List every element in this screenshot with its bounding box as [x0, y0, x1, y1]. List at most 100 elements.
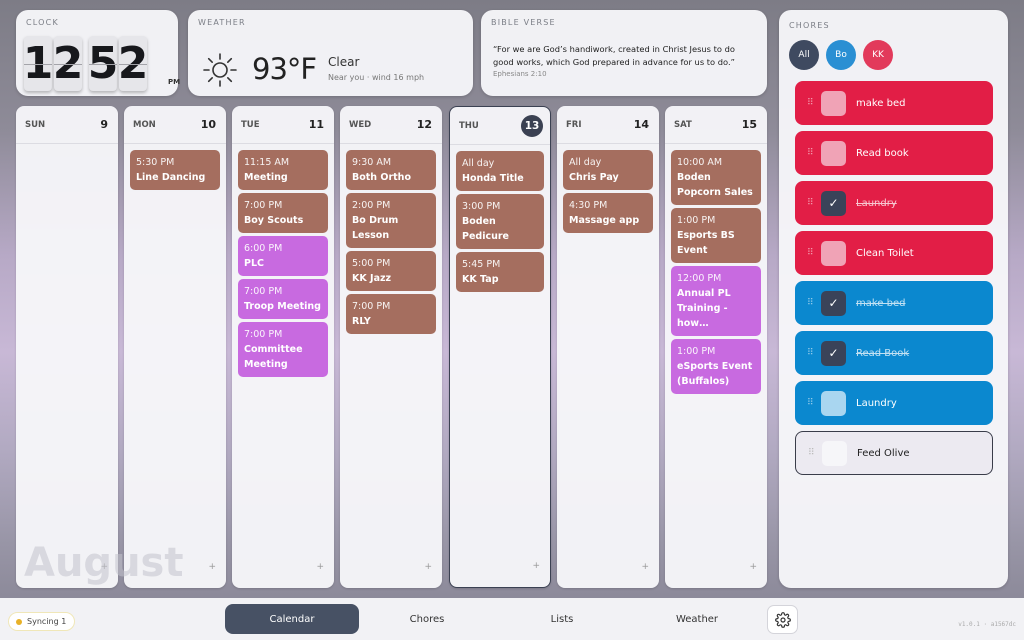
day-date: 9 — [100, 118, 108, 131]
weather-temperature: 93°F — [252, 52, 317, 86]
chore-filter-kk[interactable]: KK — [863, 40, 893, 70]
event-time: 9:30 AM — [352, 157, 392, 168]
chore-filter-all[interactable]: All — [789, 40, 819, 70]
chore-checkbox[interactable] — [821, 240, 846, 266]
event-title: eSports Event (Buffalos) — [677, 361, 753, 387]
chore-checkbox[interactable] — [821, 140, 846, 166]
event-card[interactable]: 6:00 PM PLC — [238, 236, 328, 276]
event-card[interactable]: 5:45 PM KK Tap — [456, 252, 544, 292]
event-list: 5:30 PM Line Dancing — [130, 150, 220, 193]
event-card[interactable]: 2:00 PM Bo Drum Lesson — [346, 193, 436, 248]
chore-checkbox[interactable]: ✓ — [821, 340, 846, 366]
bottom-nav-bar: Syncing 1 Calendar Chores Lists Weather v1.… — [0, 598, 1024, 640]
event-list: All day Chris Pay 4:30 PM Massage app — [563, 150, 653, 236]
day-date: 13 — [521, 115, 543, 137]
chore-checkbox[interactable]: ✓ — [821, 290, 846, 316]
event-title: PLC — [244, 258, 264, 269]
event-card[interactable]: 3:00 PM Boden Pedicure — [456, 194, 544, 249]
day-name: SUN — [25, 120, 46, 130]
event-card[interactable]: 4:30 PM Massage app — [563, 193, 653, 233]
event-card[interactable]: 7:00 PM Boy Scouts — [238, 193, 328, 233]
chore-checkbox[interactable] — [822, 440, 847, 466]
day-date: 12 — [416, 118, 432, 131]
chore-item[interactable]: ⠿ ✓ Laundry — [795, 181, 993, 225]
event-time: 7:00 PM — [244, 286, 283, 297]
event-card[interactable]: 1:00 PM Esports BS Event — [671, 208, 761, 263]
drag-handle-icon[interactable]: ⠿ — [795, 148, 821, 158]
chore-label: Read Book — [856, 347, 910, 359]
add-event-button[interactable]: + — [641, 562, 649, 572]
chore-item[interactable]: ⠿ Feed Olive — [795, 431, 993, 475]
chore-item[interactable]: ⠿ Read book — [795, 131, 993, 175]
clock-digit: 2 — [118, 36, 148, 91]
chores-panel: CHORES All Bo KK ⠿ make bed ⠿ Read book ⠿ ✓ Laun… — [779, 10, 1008, 588]
drag-handle-icon[interactable]: ⠿ — [795, 348, 821, 358]
chore-item[interactable]: ⠿ ✓ Read Book — [795, 331, 993, 375]
day-column-sun[interactable]: SUN 9 + — [16, 106, 118, 588]
day-column-thu[interactable]: THU 13 All day Honda Title 3:00 PM Boden Pedi… — [449, 106, 551, 588]
event-card[interactable]: 5:30 PM Line Dancing — [130, 150, 220, 190]
event-card[interactable]: 10:00 AM Boden Popcorn Sales — [671, 150, 761, 205]
event-time: 5:00 PM — [352, 258, 391, 269]
drag-handle-icon[interactable]: ⠿ — [795, 398, 821, 408]
day-column-wed[interactable]: WED 12 9:30 AM Both Ortho 2:00 PM Bo Drum Les… — [340, 106, 442, 588]
event-time: 6:00 PM — [244, 243, 283, 254]
day-column-sat[interactable]: SAT 15 10:00 AM Boden Popcorn Sales 1:00 PM E… — [665, 106, 767, 588]
event-card[interactable]: All day Chris Pay — [563, 150, 653, 190]
add-event-button[interactable]: + — [208, 562, 216, 572]
tab-lists[interactable]: Lists — [495, 604, 629, 634]
event-title: RLY — [352, 316, 371, 327]
settings-button[interactable] — [767, 605, 798, 634]
tab-chores[interactable]: Chores — [360, 604, 494, 634]
chore-checkbox[interactable] — [821, 390, 846, 416]
add-event-button[interactable]: + — [316, 562, 324, 572]
weather-card[interactable]: WEATHER 93°F Clear Near you · wind 16 mp… — [188, 10, 473, 96]
chore-item[interactable]: ⠿ make bed — [795, 81, 993, 125]
event-card[interactable]: All day Honda Title — [456, 151, 544, 191]
chore-label: Feed Olive — [857, 447, 910, 459]
add-event-button[interactable]: + — [749, 562, 757, 572]
chore-filter-bo[interactable]: Bo — [826, 40, 856, 70]
clock-digit: 5 — [88, 36, 118, 91]
drag-handle-icon[interactable]: ⠿ — [795, 198, 821, 208]
drag-handle-icon[interactable]: ⠿ — [795, 298, 821, 308]
tab-calendar[interactable]: Calendar — [225, 604, 359, 634]
event-time: 7:00 PM — [352, 301, 391, 312]
event-time: 10:00 AM — [677, 157, 723, 168]
chore-item[interactable]: ⠿ ✓ make bed — [795, 281, 993, 325]
event-card[interactable]: 7:00 PM Troop Meeting — [238, 279, 328, 319]
event-card[interactable]: 9:30 AM Both Ortho — [346, 150, 436, 190]
drag-handle-icon[interactable]: ⠿ — [795, 248, 821, 258]
add-event-button[interactable]: + — [532, 561, 540, 571]
chore-label: Laundry — [856, 397, 897, 409]
day-date: 14 — [633, 118, 649, 131]
event-card[interactable]: 5:00 PM KK Jazz — [346, 251, 436, 291]
event-time: 7:00 PM — [244, 200, 283, 211]
event-list: 10:00 AM Boden Popcorn Sales 1:00 PM Esport… — [671, 150, 761, 397]
clock-card: CLOCK 1 2 5 2 PM — [16, 10, 180, 96]
event-title: KK Jazz — [352, 273, 392, 284]
day-header: THU 13 — [450, 107, 550, 145]
chore-checkbox[interactable] — [821, 90, 846, 116]
event-time: 2:00 PM — [352, 200, 391, 211]
day-date: 11 — [308, 118, 324, 131]
event-card[interactable]: 1:00 PM eSports Event (Buffalos) — [671, 339, 761, 394]
event-title: Line Dancing — [136, 172, 206, 183]
event-card[interactable]: 7:00 PM RLY — [346, 294, 436, 334]
event-card[interactable]: 12:00 PM Annual PL Training - how… — [671, 266, 761, 336]
drag-handle-icon[interactable]: ⠿ — [795, 98, 821, 108]
chore-item[interactable]: ⠿ Clean Toilet — [795, 231, 993, 275]
tab-weather[interactable]: Weather — [630, 604, 764, 634]
event-card[interactable]: 7:00 PM Committee Meeting — [238, 322, 328, 377]
chore-checkbox[interactable]: ✓ — [821, 190, 846, 216]
event-card[interactable]: 11:15 AM Meeting — [238, 150, 328, 190]
day-column-tue[interactable]: TUE 11 11:15 AM Meeting 7:00 PM Boy Scouts 6:0… — [232, 106, 334, 588]
day-column-fri[interactable]: FRI 14 All day Chris Pay 4:30 PM Massage app + — [557, 106, 659, 588]
add-event-button[interactable]: + — [424, 562, 432, 572]
event-title: Esports BS Event — [677, 230, 735, 256]
chore-item[interactable]: ⠿ Laundry — [795, 381, 993, 425]
drag-handle-icon[interactable]: ⠿ — [796, 448, 822, 458]
day-column-mon[interactable]: MON 10 5:30 PM Line Dancing + — [124, 106, 226, 588]
event-time: 12:00 PM — [677, 273, 722, 284]
event-time: 5:45 PM — [462, 259, 501, 270]
